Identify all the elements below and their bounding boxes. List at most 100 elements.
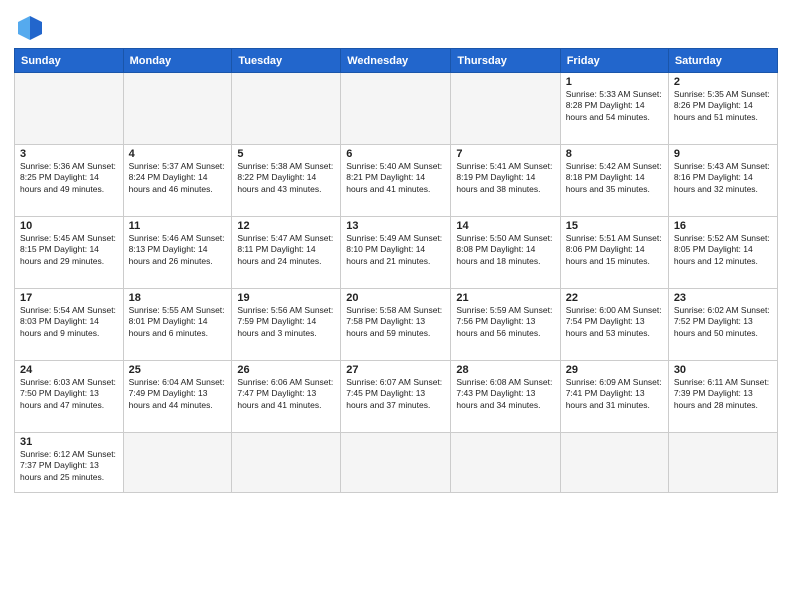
day-info: Sunrise: 5:40 AM Sunset: 8:21 PM Dayligh… <box>346 161 445 195</box>
day-number: 13 <box>346 220 445 232</box>
day-info: Sunrise: 5:41 AM Sunset: 8:19 PM Dayligh… <box>456 161 554 195</box>
calendar-cell <box>123 73 232 145</box>
day-info: Sunrise: 5:51 AM Sunset: 8:06 PM Dayligh… <box>566 233 663 267</box>
calendar-cell <box>560 433 668 493</box>
calendar-cell <box>451 433 560 493</box>
day-number: 10 <box>20 220 118 232</box>
day-info: Sunrise: 5:54 AM Sunset: 8:03 PM Dayligh… <box>20 305 118 339</box>
day-info: Sunrise: 5:37 AM Sunset: 8:24 PM Dayligh… <box>129 161 227 195</box>
day-number: 17 <box>20 292 118 304</box>
calendar-cell <box>232 73 341 145</box>
calendar-week-row: 1Sunrise: 5:33 AM Sunset: 8:28 PM Daylig… <box>15 73 778 145</box>
calendar-cell <box>451 73 560 145</box>
calendar-week-row: 3Sunrise: 5:36 AM Sunset: 8:25 PM Daylig… <box>15 145 778 217</box>
calendar-cell: 5Sunrise: 5:38 AM Sunset: 8:22 PM Daylig… <box>232 145 341 217</box>
day-number: 28 <box>456 364 554 376</box>
day-number: 31 <box>20 436 118 448</box>
calendar-cell: 3Sunrise: 5:36 AM Sunset: 8:25 PM Daylig… <box>15 145 124 217</box>
day-info: Sunrise: 5:56 AM Sunset: 7:59 PM Dayligh… <box>237 305 335 339</box>
day-info: Sunrise: 5:59 AM Sunset: 7:56 PM Dayligh… <box>456 305 554 339</box>
day-info: Sunrise: 5:35 AM Sunset: 8:26 PM Dayligh… <box>674 89 772 123</box>
day-info: Sunrise: 6:11 AM Sunset: 7:39 PM Dayligh… <box>674 377 772 411</box>
day-number: 26 <box>237 364 335 376</box>
day-info: Sunrise: 6:02 AM Sunset: 7:52 PM Dayligh… <box>674 305 772 339</box>
day-number: 1 <box>566 76 663 88</box>
day-number: 6 <box>346 148 445 160</box>
day-number: 12 <box>237 220 335 232</box>
day-info: Sunrise: 5:45 AM Sunset: 8:15 PM Dayligh… <box>20 233 118 267</box>
calendar-cell: 28Sunrise: 6:08 AM Sunset: 7:43 PM Dayli… <box>451 361 560 433</box>
calendar-table: SundayMondayTuesdayWednesdayThursdayFrid… <box>14 48 778 493</box>
calendar-cell: 29Sunrise: 6:09 AM Sunset: 7:41 PM Dayli… <box>560 361 668 433</box>
day-info: Sunrise: 5:52 AM Sunset: 8:05 PM Dayligh… <box>674 233 772 267</box>
calendar-cell: 23Sunrise: 6:02 AM Sunset: 7:52 PM Dayli… <box>668 289 777 361</box>
calendar-week-row: 10Sunrise: 5:45 AM Sunset: 8:15 PM Dayli… <box>15 217 778 289</box>
calendar-cell: 6Sunrise: 5:40 AM Sunset: 8:21 PM Daylig… <box>341 145 451 217</box>
calendar-cell: 10Sunrise: 5:45 AM Sunset: 8:15 PM Dayli… <box>15 217 124 289</box>
day-info: Sunrise: 6:04 AM Sunset: 7:49 PM Dayligh… <box>129 377 227 411</box>
day-number: 21 <box>456 292 554 304</box>
calendar-cell: 24Sunrise: 6:03 AM Sunset: 7:50 PM Dayli… <box>15 361 124 433</box>
weekday-header-tuesday: Tuesday <box>232 49 341 73</box>
day-number: 5 <box>237 148 335 160</box>
day-number: 29 <box>566 364 663 376</box>
weekday-header-monday: Monday <box>123 49 232 73</box>
weekday-header-thursday: Thursday <box>451 49 560 73</box>
day-number: 19 <box>237 292 335 304</box>
day-info: Sunrise: 6:07 AM Sunset: 7:45 PM Dayligh… <box>346 377 445 411</box>
calendar-cell: 26Sunrise: 6:06 AM Sunset: 7:47 PM Dayli… <box>232 361 341 433</box>
day-number: 25 <box>129 364 227 376</box>
day-number: 14 <box>456 220 554 232</box>
calendar-cell <box>15 73 124 145</box>
day-info: Sunrise: 5:42 AM Sunset: 8:18 PM Dayligh… <box>566 161 663 195</box>
calendar-cell: 13Sunrise: 5:49 AM Sunset: 8:10 PM Dayli… <box>341 217 451 289</box>
day-info: Sunrise: 6:09 AM Sunset: 7:41 PM Dayligh… <box>566 377 663 411</box>
calendar-week-row: 17Sunrise: 5:54 AM Sunset: 8:03 PM Dayli… <box>15 289 778 361</box>
calendar-cell: 21Sunrise: 5:59 AM Sunset: 7:56 PM Dayli… <box>451 289 560 361</box>
day-number: 7 <box>456 148 554 160</box>
day-info: Sunrise: 5:43 AM Sunset: 8:16 PM Dayligh… <box>674 161 772 195</box>
weekday-header-row: SundayMondayTuesdayWednesdayThursdayFrid… <box>15 49 778 73</box>
day-info: Sunrise: 5:55 AM Sunset: 8:01 PM Dayligh… <box>129 305 227 339</box>
day-number: 9 <box>674 148 772 160</box>
day-number: 30 <box>674 364 772 376</box>
calendar-cell <box>668 433 777 493</box>
calendar-cell: 8Sunrise: 5:42 AM Sunset: 8:18 PM Daylig… <box>560 145 668 217</box>
calendar-cell: 4Sunrise: 5:37 AM Sunset: 8:24 PM Daylig… <box>123 145 232 217</box>
day-info: Sunrise: 5:36 AM Sunset: 8:25 PM Dayligh… <box>20 161 118 195</box>
calendar-cell: 19Sunrise: 5:56 AM Sunset: 7:59 PM Dayli… <box>232 289 341 361</box>
day-number: 11 <box>129 220 227 232</box>
calendar-cell <box>341 433 451 493</box>
day-number: 27 <box>346 364 445 376</box>
day-info: Sunrise: 6:06 AM Sunset: 7:47 PM Dayligh… <box>237 377 335 411</box>
calendar-week-row: 24Sunrise: 6:03 AM Sunset: 7:50 PM Dayli… <box>15 361 778 433</box>
day-number: 16 <box>674 220 772 232</box>
calendar-cell: 1Sunrise: 5:33 AM Sunset: 8:28 PM Daylig… <box>560 73 668 145</box>
day-number: 24 <box>20 364 118 376</box>
day-info: Sunrise: 5:33 AM Sunset: 8:28 PM Dayligh… <box>566 89 663 123</box>
weekday-header-friday: Friday <box>560 49 668 73</box>
day-number: 20 <box>346 292 445 304</box>
day-info: Sunrise: 6:00 AM Sunset: 7:54 PM Dayligh… <box>566 305 663 339</box>
day-info: Sunrise: 6:03 AM Sunset: 7:50 PM Dayligh… <box>20 377 118 411</box>
day-number: 15 <box>566 220 663 232</box>
calendar-cell <box>341 73 451 145</box>
calendar-cell: 20Sunrise: 5:58 AM Sunset: 7:58 PM Dayli… <box>341 289 451 361</box>
calendar-cell: 17Sunrise: 5:54 AM Sunset: 8:03 PM Dayli… <box>15 289 124 361</box>
day-info: Sunrise: 5:49 AM Sunset: 8:10 PM Dayligh… <box>346 233 445 267</box>
calendar-cell: 11Sunrise: 5:46 AM Sunset: 8:13 PM Dayli… <box>123 217 232 289</box>
calendar-cell: 25Sunrise: 6:04 AM Sunset: 7:49 PM Dayli… <box>123 361 232 433</box>
calendar-cell: 9Sunrise: 5:43 AM Sunset: 8:16 PM Daylig… <box>668 145 777 217</box>
weekday-header-saturday: Saturday <box>668 49 777 73</box>
calendar-week-row: 31Sunrise: 6:12 AM Sunset: 7:37 PM Dayli… <box>15 433 778 493</box>
page: SundayMondayTuesdayWednesdayThursdayFrid… <box>0 0 792 612</box>
calendar-cell: 14Sunrise: 5:50 AM Sunset: 8:08 PM Dayli… <box>451 217 560 289</box>
day-info: Sunrise: 6:08 AM Sunset: 7:43 PM Dayligh… <box>456 377 554 411</box>
weekday-header-wednesday: Wednesday <box>341 49 451 73</box>
day-number: 8 <box>566 148 663 160</box>
day-number: 22 <box>566 292 663 304</box>
logo-flag-icon <box>16 14 44 42</box>
calendar-cell: 22Sunrise: 6:00 AM Sunset: 7:54 PM Dayli… <box>560 289 668 361</box>
weekday-header-sunday: Sunday <box>15 49 124 73</box>
calendar-cell <box>123 433 232 493</box>
